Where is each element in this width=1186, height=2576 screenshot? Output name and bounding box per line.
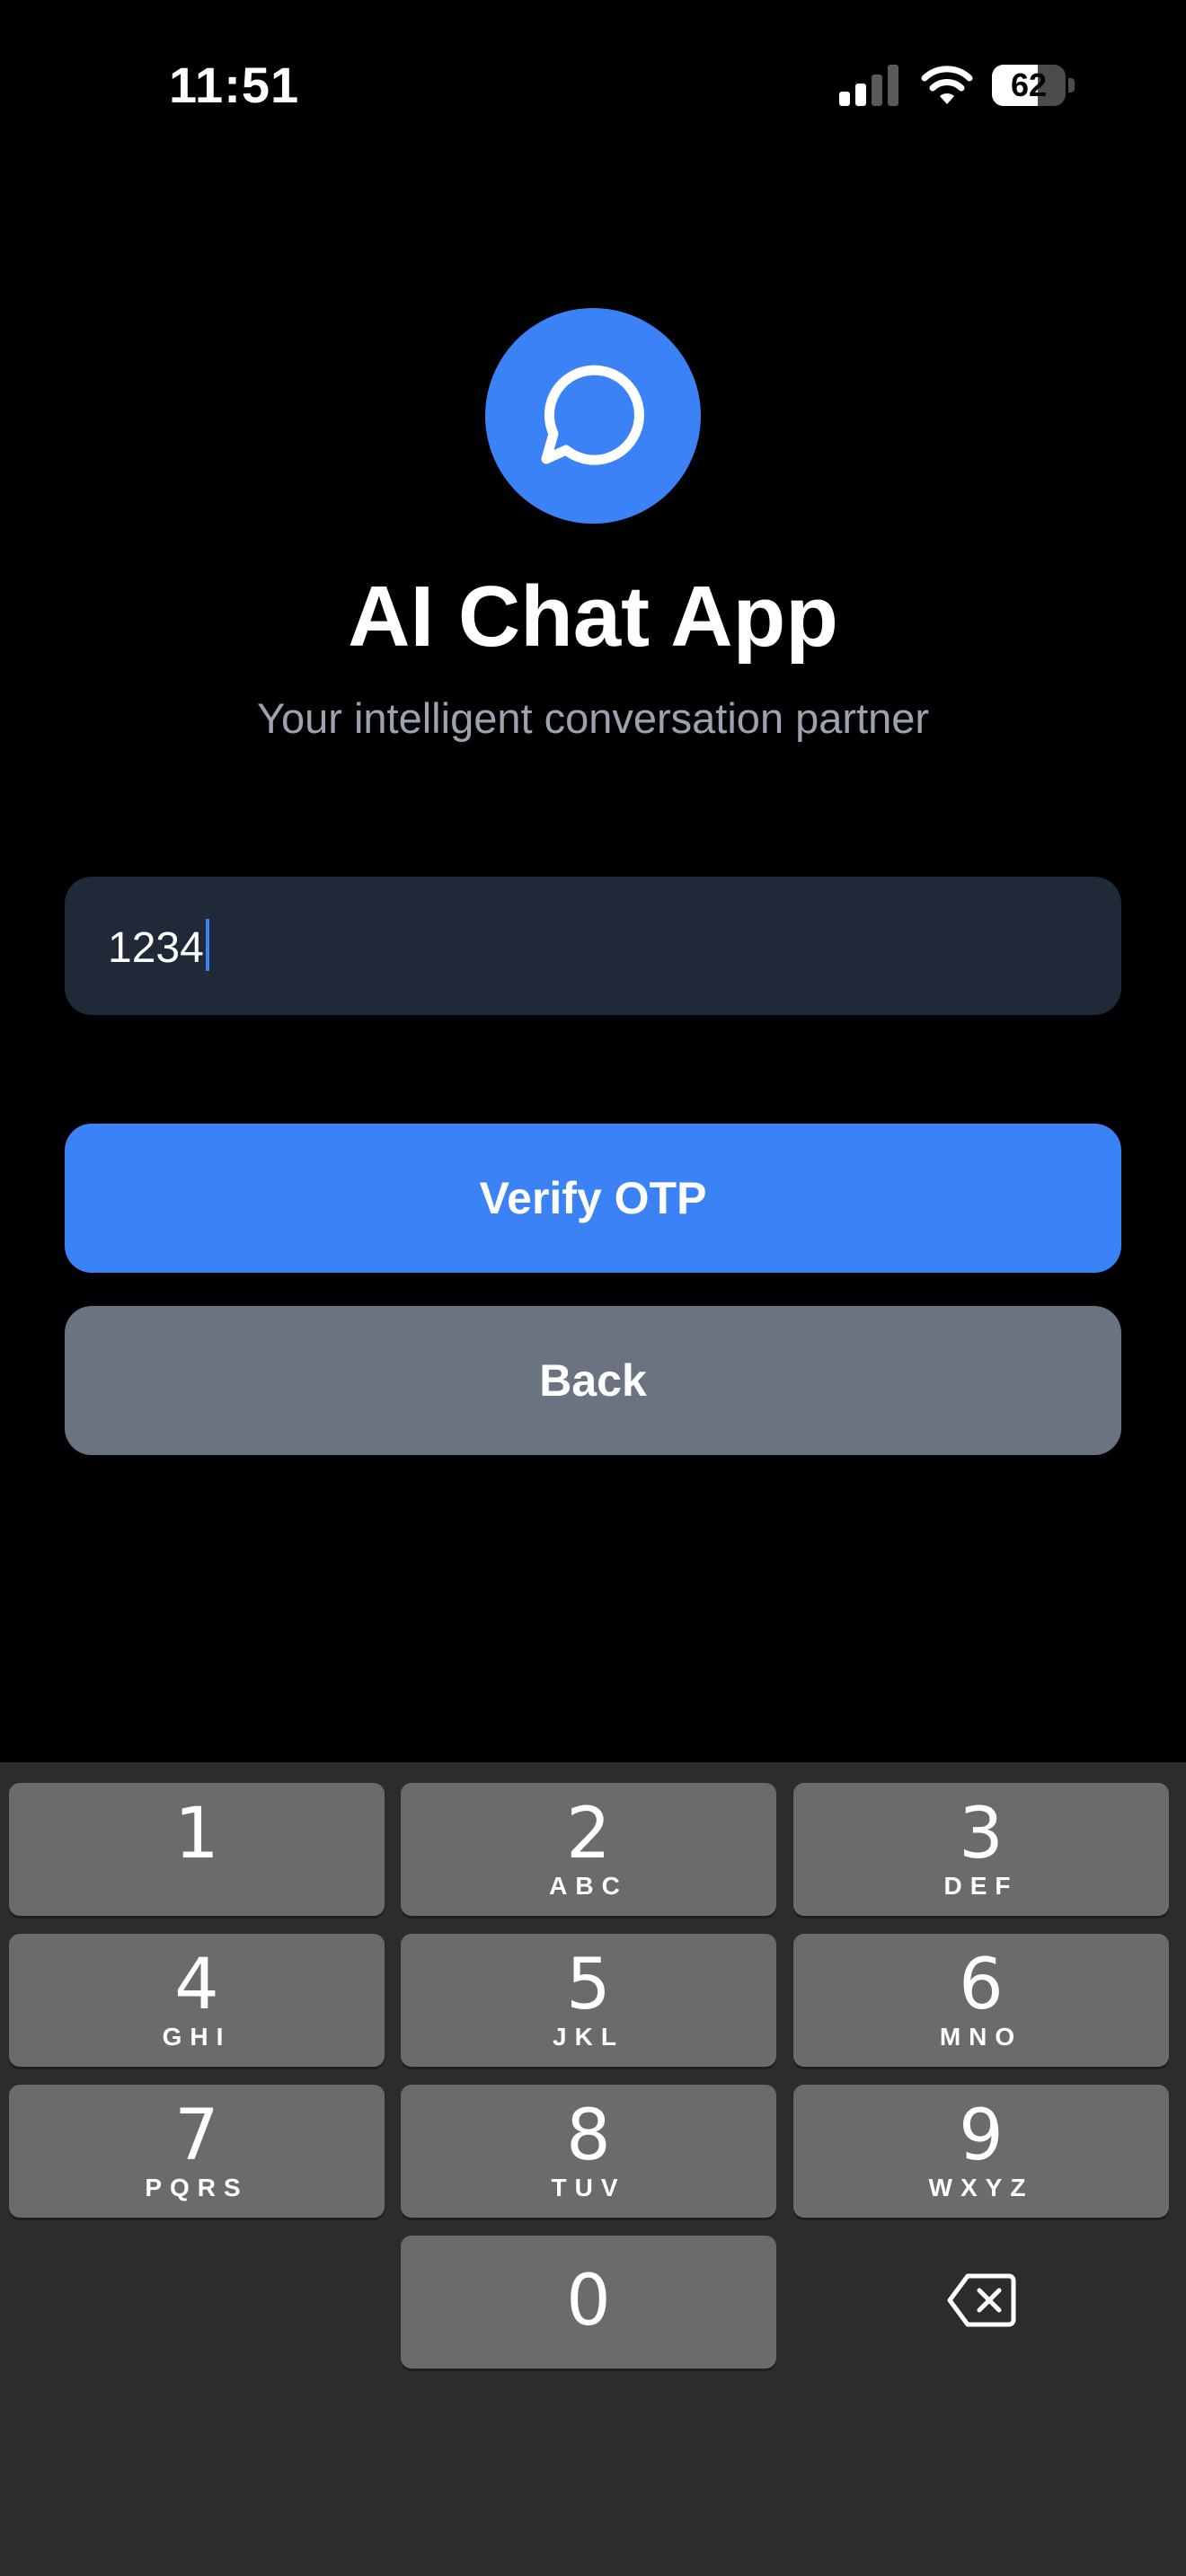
key-letters: TUV — [551, 2174, 626, 2201]
signal-bar-4 — [888, 65, 898, 106]
keypad-key-7[interactable]: 7 PQRS — [9, 2085, 385, 2218]
signal-bar-3 — [872, 75, 882, 106]
key-digit: 6 — [959, 1945, 1004, 2025]
key-letters: ABC — [549, 1872, 628, 1900]
key-letters: MNO — [939, 2023, 1023, 2051]
otp-input-value-row: 1234 — [108, 919, 209, 975]
key-digit: 7 — [174, 2095, 219, 2176]
text-caret — [205, 919, 209, 971]
back-button[interactable]: Back — [65, 1306, 1121, 1455]
app-logo — [485, 308, 701, 524]
otp-input-value: 1234 — [108, 924, 204, 972]
key-digit: 8 — [566, 2095, 611, 2176]
status-bar: 11:51 62 — [0, 0, 1186, 180]
keypad-key-9[interactable]: 9 WXYZ — [793, 2085, 1169, 2218]
key-digit: 1 — [174, 1794, 219, 1875]
key-digit: 0 — [566, 2261, 611, 2342]
app-title: AI Chat App — [348, 569, 838, 665]
keypad-key-5[interactable]: 5 JKL — [401, 1934, 776, 2067]
signal-bar-1 — [839, 92, 850, 106]
cellular-signal-icon — [839, 65, 898, 106]
wifi-icon — [921, 66, 973, 104]
key-digit: 4 — [174, 1945, 219, 2025]
key-letters: GHI — [162, 2023, 232, 2051]
battery-level: 62 — [1010, 66, 1048, 103]
backspace-icon[interactable] — [946, 2272, 1016, 2328]
key-letters: JKL — [553, 2023, 624, 2051]
battery-tip — [1068, 78, 1075, 93]
keypad-key-2[interactable]: 2 ABC — [401, 1783, 776, 1916]
key-digit: 3 — [959, 1794, 1004, 1875]
battery-icon: 62 — [992, 65, 1075, 106]
key-letters: WXYZ — [928, 2174, 1034, 2201]
app-subtitle: Your intelligent conversation partner — [256, 694, 930, 742]
keypad-key-0[interactable]: 0 — [401, 2236, 776, 2369]
keypad-key-8[interactable]: 8 TUV — [401, 2085, 776, 2218]
keypad-key-6[interactable]: 6 MNO — [793, 1934, 1169, 2067]
verify-otp-button[interactable]: Verify OTP — [65, 1124, 1121, 1273]
keypad-key-1[interactable]: 1 — [9, 1783, 385, 1916]
keypad-key-3[interactable]: 3 DEF — [793, 1783, 1169, 1916]
chat-bubble-icon — [541, 365, 644, 465]
status-time: 11:51 — [169, 57, 300, 113]
key-digit: 2 — [566, 1794, 611, 1875]
key-digit: 9 — [959, 2095, 1004, 2176]
key-digit: 5 — [566, 1945, 611, 2025]
signal-bar-2 — [855, 84, 866, 106]
otp-input[interactable]: 1234 — [65, 877, 1121, 1015]
key-letters: PQRS — [145, 2174, 249, 2201]
keypad-key-4[interactable]: 4 GHI — [9, 1934, 385, 2067]
key-letters: DEF — [943, 1872, 1019, 1900]
